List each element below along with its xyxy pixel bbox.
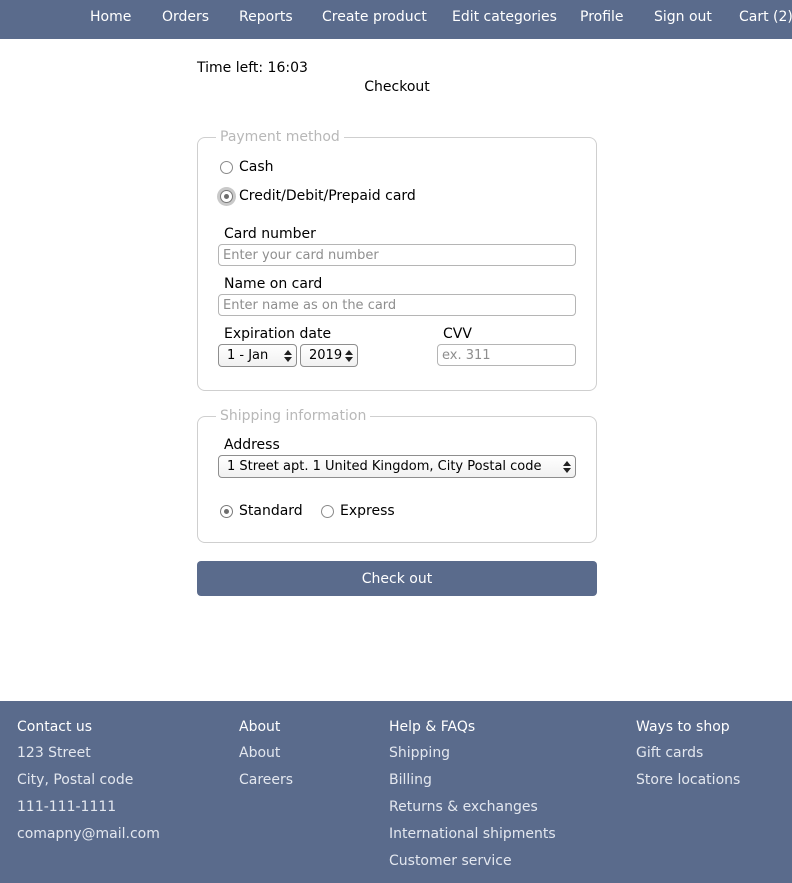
footer-help-heading: Help & FAQs <box>389 719 476 735</box>
expiration-year-select[interactable]: 2019 <box>300 344 358 367</box>
address-value: 1 Street apt. 1 United Kingdom, City Pos… <box>227 459 542 474</box>
nav-edit-categories-link[interactable]: Edit categories <box>452 9 557 25</box>
address-label: Address <box>224 437 280 453</box>
nav-sign-out-link[interactable]: Sign out <box>654 9 712 25</box>
nav-create-product-link[interactable]: Create product <box>322 9 427 25</box>
cash-radio[interactable] <box>220 160 233 174</box>
footer-store-locations-link[interactable]: Store locations <box>636 771 740 789</box>
footer-international-link[interactable]: International shipments <box>389 825 556 843</box>
name-on-card-label: Name on card <box>224 276 323 292</box>
expiration-month-select[interactable]: 1 - Jan <box>218 344 297 367</box>
footer-contact-column: Contact us 123 Street City, Postal code … <box>17 719 160 852</box>
shipping-express-option[interactable]: Express <box>321 503 395 519</box>
select-arrows-icon <box>284 348 292 363</box>
nav-cart-link[interactable]: Cart (2) <box>739 9 792 25</box>
name-on-card-input[interactable] <box>218 294 576 316</box>
footer-gift-cards-link[interactable]: Gift cards <box>636 744 740 762</box>
footer-city-line: City, Postal code <box>17 772 134 788</box>
nav-home-link[interactable]: Home <box>90 9 131 25</box>
footer-phone: 111-111-1111 <box>17 799 117 815</box>
cash-radio-label: Cash <box>239 159 274 175</box>
payment-method-fieldset: Payment method Cash Credit/Debit/Prepaid… <box>197 128 597 391</box>
card-radio[interactable] <box>220 189 233 203</box>
standard-radio[interactable] <box>220 504 233 518</box>
payment-card-option[interactable]: Credit/Debit/Prepaid card <box>220 188 416 204</box>
shipping-information-legend: Shipping information <box>216 407 371 425</box>
page-title: Checkout <box>364 79 430 95</box>
shipping-standard-option[interactable]: Standard <box>220 503 303 519</box>
select-arrows-icon <box>345 348 353 363</box>
nav-reports-link[interactable]: Reports <box>239 9 293 25</box>
footer-ways-column: Ways to shop Gift cards Store locations <box>636 719 740 798</box>
select-arrows-icon <box>563 459 571 474</box>
card-radio-label: Credit/Debit/Prepaid card <box>239 188 416 204</box>
footer-about-heading: About <box>239 719 281 735</box>
card-number-input[interactable] <box>218 244 576 266</box>
top-navbar: Home Orders Reports Create product Edit … <box>0 0 792 39</box>
nav-profile-link[interactable]: Profile <box>580 9 624 25</box>
expiration-year-value: 2019 <box>309 348 343 363</box>
expiration-month-value: 1 - Jan <box>227 348 269 363</box>
footer-billing-link[interactable]: Billing <box>389 771 556 789</box>
footer-shipping-link[interactable]: Shipping <box>389 744 556 762</box>
footer-contact-heading: Contact us <box>17 719 93 735</box>
shipping-information-fieldset: Shipping information Address 1 Street ap… <box>197 407 597 543</box>
address-select[interactable]: 1 Street apt. 1 United Kingdom, City Pos… <box>218 455 576 478</box>
footer-customer-service-link[interactable]: Customer service <box>389 852 556 870</box>
footer: Contact us 123 Street City, Postal code … <box>0 701 792 883</box>
cvv-label: CVV <box>443 326 472 342</box>
footer-careers-link[interactable]: Careers <box>239 771 293 789</box>
payment-method-legend: Payment method <box>216 128 344 146</box>
check-out-button[interactable]: Check out <box>197 561 597 596</box>
footer-email[interactable]: comapny@mail.com <box>17 825 160 843</box>
cvv-input[interactable] <box>437 344 576 366</box>
nav-orders-link[interactable]: Orders <box>162 9 209 25</box>
payment-cash-option[interactable]: Cash <box>220 159 274 175</box>
footer-returns-link[interactable]: Returns & exchanges <box>389 798 556 816</box>
card-number-label: Card number <box>224 226 316 242</box>
footer-help-column: Help & FAQs Shipping Billing Returns & e… <box>389 719 556 879</box>
footer-about-link[interactable]: About <box>239 744 293 762</box>
footer-about-column: About About Careers <box>239 719 293 798</box>
expiration-date-label: Expiration date <box>224 326 332 342</box>
time-left-text: Time left: 16:03 <box>197 60 308 76</box>
footer-ways-heading: Ways to shop <box>636 719 730 735</box>
footer-address-line: 123 Street <box>17 745 91 761</box>
express-radio[interactable] <box>321 504 334 518</box>
standard-radio-label: Standard <box>239 503 303 519</box>
express-radio-label: Express <box>340 503 395 519</box>
